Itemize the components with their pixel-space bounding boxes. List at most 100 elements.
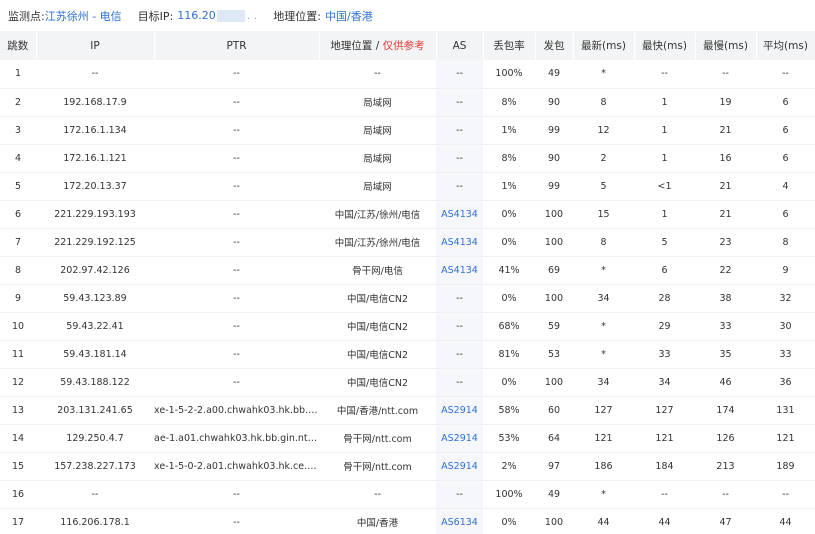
cell-loss: 81% — [483, 340, 535, 369]
cell-geo: 中国/江苏/徐州/电信 — [319, 200, 436, 229]
cell-ptr: xe-1-5-2-2.a00.chwahk03.hk.bb.gin.ntt... — [154, 396, 319, 425]
table-row: 16 -- -- -- -- 100% 49 * -- -- -- — [0, 480, 815, 509]
cell-ip: 172.16.1.121 — [36, 144, 154, 173]
cell-hop: 5 — [0, 172, 36, 201]
cell-avg: 36 — [756, 368, 815, 397]
table-row: 11 59.43.181.14 -- 中国/电信CN2 -- 81% 53 * 33 35 33 — [0, 340, 815, 369]
table-row: 9 59.43.123.89 -- 中国/电信CN2 -- 0% 100 34 28 38 32 — [0, 284, 815, 313]
cell-hop: 9 — [0, 284, 36, 313]
cell-last: 12 — [573, 116, 634, 145]
cell-loss: 100% — [483, 60, 535, 89]
masked-ip-block — [216, 9, 245, 22]
cell-last: 5 — [573, 172, 634, 201]
table-row: 13 203.131.241.65 xe-1-5-2-2.a00.chwahk03.… — [0, 396, 815, 425]
cell-ptr: xe-1-5-0-2.a01.chwahk03.hk.ce.gin.ntt... — [154, 452, 319, 481]
cell-ip: -- — [36, 60, 154, 89]
cell-loss: 0% — [483, 200, 535, 229]
cell-hop: 2 — [0, 88, 36, 117]
cell-ip: 172.20.13.37 — [36, 172, 154, 201]
col-worst: 最慢(ms) — [695, 31, 757, 60]
cell-geo: 局域网 — [319, 116, 436, 145]
cell-hop: 3 — [0, 116, 36, 145]
as-link[interactable]: AS6134 — [441, 517, 478, 528]
cell-best: 1 — [634, 144, 695, 173]
col-ptr: PTR — [154, 31, 320, 60]
as-link[interactable]: AS2914 — [441, 461, 478, 472]
cell-worst: 126 — [695, 424, 756, 453]
cell-ptr: -- — [154, 368, 319, 397]
cell-as: AS4134 — [436, 200, 483, 229]
col-avg: 平均(ms) — [756, 31, 815, 60]
cell-loss: 1% — [483, 172, 535, 201]
table-row: 6 221.229.193.193 -- 中国/江苏/徐州/电信 AS4134 0% 100… — [0, 200, 815, 229]
cell-geo: -- — [319, 60, 436, 89]
cell-loss: 1% — [483, 116, 535, 145]
cell-ptr: -- — [154, 284, 319, 313]
table-row: 7 221.229.192.125 -- 中国/江苏/徐州/电信 AS4134 0% 100… — [0, 228, 815, 257]
cell-as: -- — [436, 116, 483, 145]
cell-loss: 8% — [483, 144, 535, 173]
table-row: 4 172.16.1.121 -- 局域网 -- 8% 90 2 1 16 6 — [0, 144, 815, 173]
cell-best: 29 — [634, 312, 695, 341]
cell-hop: 6 — [0, 200, 36, 229]
cell-best: 127 — [634, 396, 695, 425]
cell-hop: 8 — [0, 256, 36, 285]
cell-ip: 116.206.178.1 — [36, 508, 154, 534]
cell-worst: 23 — [695, 228, 756, 257]
target-value: 116.20 — [177, 9, 216, 22]
table-row: 12 59.43.188.122 -- 中国/电信CN2 -- 0% 100 34 34 46 36 — [0, 368, 815, 397]
cell-as: -- — [436, 312, 483, 341]
cell-as: -- — [436, 340, 483, 369]
cell-as: -- — [436, 480, 483, 509]
cell-as: -- — [436, 284, 483, 313]
cell-geo: 骨干网/电信 — [319, 256, 436, 285]
cell-sent: 53 — [535, 340, 573, 369]
cell-sent: 100 — [535, 228, 573, 257]
col-geo: 地理位置 / 仅供参考 — [319, 31, 437, 60]
cell-last: 2 — [573, 144, 634, 173]
cell-best: -- — [634, 60, 695, 89]
cell-geo: 中国/电信CN2 — [319, 312, 436, 341]
as-link[interactable]: AS2914 — [441, 405, 478, 416]
monitor-label: 监测点: — [8, 9, 45, 23]
cell-sent: 59 — [535, 312, 573, 341]
cell-ptr: -- — [154, 116, 319, 145]
cell-last: * — [573, 60, 634, 89]
as-link[interactable]: AS2914 — [441, 433, 478, 444]
cell-ptr: -- — [154, 480, 319, 509]
col-geo-note: 仅供参考 — [382, 40, 425, 52]
cell-hop: 12 — [0, 368, 36, 397]
cell-ptr: ae-1.a01.chwahk03.hk.bb.gin.ntt.net — [154, 424, 319, 453]
cell-best: 28 — [634, 284, 695, 313]
cell-ip: 221.229.193.193 — [36, 200, 154, 229]
monitor-value[interactable]: 江苏徐州 - 电信 — [45, 8, 122, 24]
cell-as: -- — [436, 172, 483, 201]
table-row: 1 -- -- -- -- 100% 49 * -- -- -- — [0, 60, 815, 89]
cell-geo: -- — [319, 480, 436, 509]
cell-worst: 21 — [695, 172, 756, 201]
cell-best: <1 — [634, 172, 695, 201]
as-link[interactable]: AS4134 — [441, 209, 478, 220]
cell-ip: 129.250.4.7 — [36, 424, 154, 453]
cell-hop: 4 — [0, 144, 36, 173]
cell-last: 15 — [573, 200, 634, 229]
cell-ip: 59.43.188.122 — [36, 368, 154, 397]
cell-sent: 90 — [535, 144, 573, 173]
cell-sent: 100 — [535, 368, 573, 397]
cell-geo: 骨干网/ntt.com — [319, 424, 436, 453]
cell-loss: 0% — [483, 228, 535, 257]
cell-sent: 100 — [535, 284, 573, 313]
cell-avg: 32 — [756, 284, 815, 313]
cell-avg: 8 — [756, 228, 815, 257]
cell-ptr: -- — [154, 228, 319, 257]
as-link[interactable]: AS4134 — [441, 265, 478, 276]
cell-avg: 6 — [756, 200, 815, 229]
cell-worst: -- — [695, 480, 756, 509]
cell-ip: 59.43.22.41 — [36, 312, 154, 341]
as-link[interactable]: AS4134 — [441, 237, 478, 248]
cell-as: AS2914 — [436, 452, 483, 481]
cell-sent: 90 — [535, 88, 573, 117]
cell-best: 184 — [634, 452, 695, 481]
table-row: 17 116.206.178.1 -- 中国/香港 AS6134 0% 100 44 44 47 4… — [0, 508, 815, 534]
cell-ptr: -- — [154, 508, 319, 534]
